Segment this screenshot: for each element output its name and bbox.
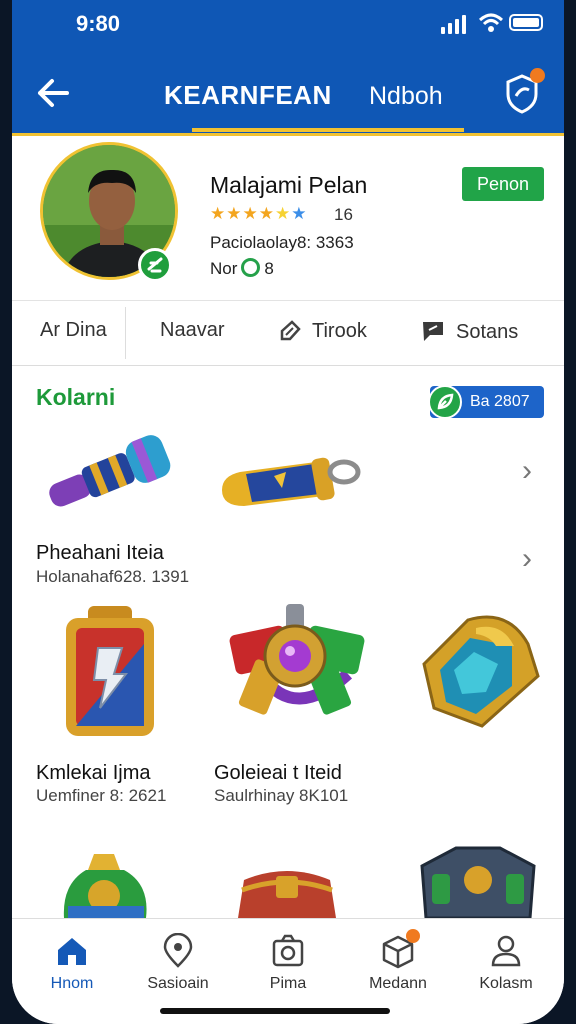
profile-action-button[interactable]: Penon bbox=[462, 167, 544, 201]
badge-shield-item-icon[interactable] bbox=[60, 604, 160, 740]
nav-label: Pima bbox=[269, 975, 307, 992]
gem-medal-item-icon[interactable] bbox=[404, 606, 544, 736]
potion-bag-item-icon[interactable] bbox=[54, 848, 154, 918]
location-pin-icon bbox=[163, 933, 193, 968]
section-badge-button[interactable]: Ba 2807 bbox=[428, 385, 544, 419]
nav-inventory[interactable]: Medann bbox=[348, 929, 448, 993]
app-header: 9:80 KEARNFEAN Ndboh bbox=[12, 0, 564, 136]
battery-icon bbox=[509, 14, 543, 31]
subnav-item-2[interactable]: Naavar bbox=[160, 319, 224, 342]
chest-item-icon[interactable] bbox=[232, 862, 342, 918]
header-tab-active[interactable]: KEARNFEAN bbox=[164, 80, 332, 111]
profile-card: Malajami Pelan ★★★★★★ 16 Paciolaolay8: 3… bbox=[12, 136, 564, 298]
chevron-right-icon[interactable]: › bbox=[522, 454, 532, 488]
user-icon bbox=[491, 935, 521, 967]
tag-icon bbox=[280, 320, 301, 341]
cross-emblem-item-icon[interactable] bbox=[210, 600, 380, 720]
subnav-label: Sotans bbox=[456, 320, 519, 343]
status-circle-icon bbox=[241, 258, 261, 277]
nav-label: Hnom bbox=[50, 975, 94, 992]
rating-count: 16 bbox=[334, 205, 353, 224]
wifi-icon bbox=[478, 13, 504, 32]
item-subtitle: Uemfiner 8: 2621 bbox=[36, 786, 167, 805]
status-time: 9:80 bbox=[76, 11, 121, 36]
leaf-icon bbox=[428, 385, 462, 419]
home-icon bbox=[58, 938, 86, 965]
signal-icon bbox=[441, 14, 466, 34]
active-tab-indicator bbox=[192, 128, 464, 132]
sub-navigation: Ar Dina Naavar Tirook Sotans bbox=[12, 300, 564, 366]
profile-stat-line: Paciolaolay8: 3363 bbox=[210, 233, 354, 252]
divider bbox=[125, 307, 126, 359]
nav-search[interactable]: Sasioain bbox=[128, 933, 228, 993]
subnav-label: Tirook bbox=[312, 319, 367, 342]
flag-icon bbox=[423, 322, 443, 341]
nav-label: Kolasm bbox=[479, 975, 533, 992]
profile-name: Malajami Pelan bbox=[210, 172, 368, 198]
nav-label: Medann bbox=[369, 975, 427, 992]
camera-icon bbox=[272, 934, 304, 967]
nav-home[interactable]: Hnom bbox=[22, 933, 122, 993]
nav-camera[interactable]: Pima bbox=[238, 933, 338, 993]
armor-item-icon[interactable] bbox=[416, 844, 540, 918]
home-indicator bbox=[160, 1008, 390, 1014]
notification-dot bbox=[406, 929, 420, 943]
status-bar: 9:80 bbox=[12, 0, 564, 50]
nav-profile[interactable]: Kolasm bbox=[456, 933, 556, 993]
header-tab-2[interactable]: Ndboh bbox=[369, 82, 443, 111]
subnav-item-3[interactable]: Tirook bbox=[278, 319, 367, 343]
item-title: Kmlekai Ijma bbox=[36, 762, 151, 784]
item-subtitle: Holanahaf628. 1391 bbox=[36, 567, 190, 586]
section-badge-label: Ba 2807 bbox=[470, 393, 530, 410]
verified-badge-icon bbox=[138, 248, 172, 282]
subnav-label: Ar Dina bbox=[40, 319, 107, 341]
capsule-item-icon[interactable] bbox=[216, 440, 366, 516]
scroll-item-icon[interactable] bbox=[36, 426, 186, 522]
section-title: Kolarni bbox=[36, 384, 116, 410]
item-subtitle: Saulrhinay 8K101 bbox=[214, 786, 349, 805]
subnav-item-4[interactable]: Sotans bbox=[420, 319, 518, 345]
star-rating: ★★★★★★ bbox=[210, 204, 308, 223]
item-title: Goleieai t Iteid bbox=[214, 762, 342, 784]
profile-status-line: Nor 8 bbox=[210, 258, 274, 279]
item-title: Pheahani Iteia bbox=[36, 542, 164, 564]
back-arrow-icon[interactable] bbox=[36, 76, 70, 110]
chevron-right-icon[interactable]: › bbox=[522, 542, 532, 576]
subnav-item-1[interactable]: Ar Dina bbox=[40, 319, 107, 342]
phone-screen: 9:80 KEARNFEAN Ndboh Malajami Pelan ★★★★… bbox=[12, 0, 564, 1024]
notification-dot bbox=[530, 68, 545, 83]
subnav-label: Naavar bbox=[160, 319, 225, 341]
status-suffix: 8 bbox=[264, 259, 274, 278]
nav-label: Sasioain bbox=[147, 975, 209, 992]
status-prefix: Nor bbox=[210, 259, 238, 278]
